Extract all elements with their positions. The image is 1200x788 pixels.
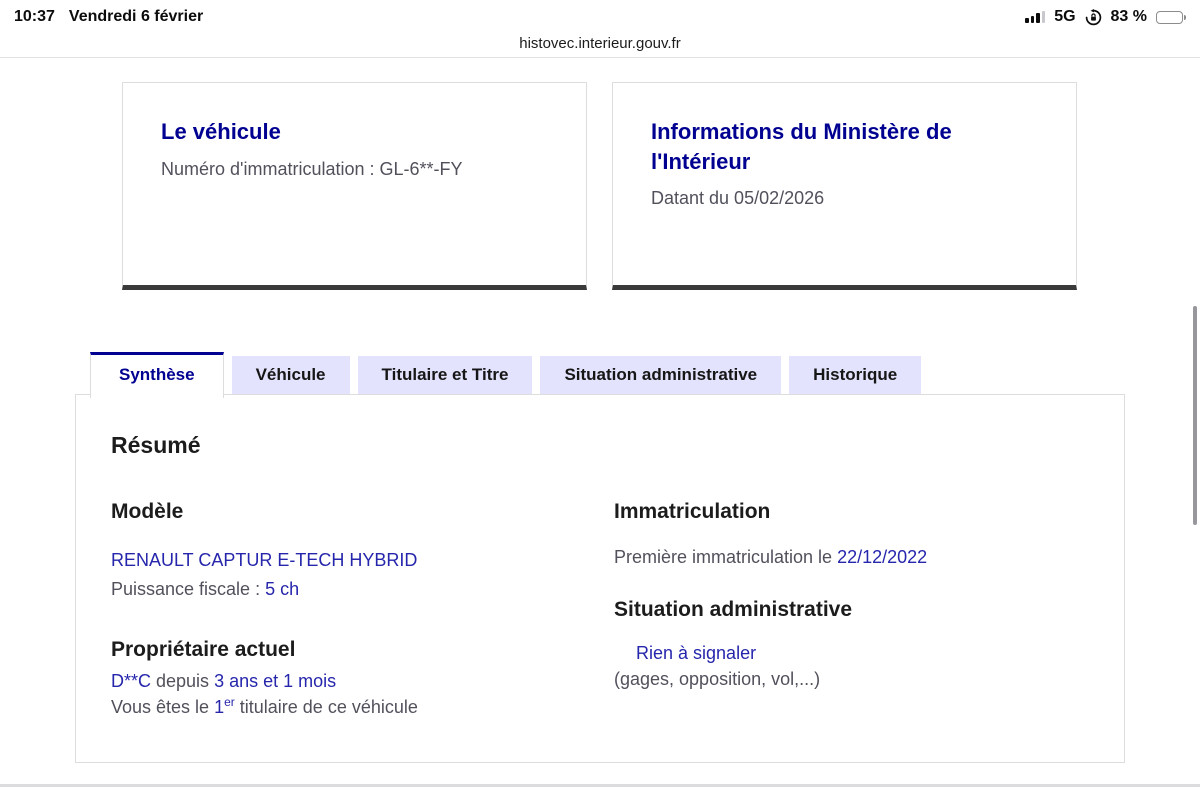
owner-line: D**C depuis 3 ans et 1 mois <box>111 668 614 694</box>
battery-icon <box>1156 10 1186 24</box>
vehicle-card-registration-line: Numéro d'immatriculation : GL-6**-FY <box>161 158 463 179</box>
admin-status-note: (gages, opposition, vol,...) <box>614 669 821 690</box>
owner-duration: 3 ans et 1 mois <box>214 671 337 692</box>
rotation-lock-icon <box>1085 8 1102 26</box>
fiscal-power-value: 5 ch <box>265 579 300 600</box>
model-name: RENAULT CAPTUR E-TECH HYBRID <box>111 547 614 573</box>
tab-historique[interactable]: Historique <box>789 356 922 394</box>
vehicle-card: Le véhicule Numéro d'immatriculation : G… <box>122 82 587 290</box>
admin-status-line: Rien à signaler <box>614 640 1089 666</box>
ipad-safari-screen: 10:37 Vendredi 6 février 5G 83 % histove… <box>0 0 1200 788</box>
network-type-label: 5G <box>1054 8 1076 25</box>
ministry-card-title: Informations du Ministère de l'Intérieur <box>651 119 952 174</box>
tab-bar: Synthèse Véhicule Titulaire et Titre Sit… <box>90 352 922 398</box>
fiscal-power-label: Puissance fiscale : <box>111 579 266 600</box>
tab-titulaire-et-titre[interactable]: Titulaire et Titre <box>357 356 533 394</box>
registration-heading: Immatriculation <box>614 500 771 523</box>
scrollbar-thumb[interactable] <box>1193 306 1197 525</box>
holder-prefix: Vous êtes le <box>111 697 215 718</box>
tab-vehicule[interactable]: Véhicule <box>231 356 350 394</box>
holder-suffix: titulaire de ce véhicule <box>234 697 418 718</box>
admin-status-value: Rien à signaler <box>636 643 757 664</box>
model-heading: Modèle <box>111 500 184 523</box>
ministry-card: Informations du Ministère de l'Intérieur… <box>612 82 1077 290</box>
tab-situation-administrative[interactable]: Situation administrative <box>540 356 782 394</box>
summary-title: Résumé <box>111 432 201 458</box>
first-registration-line: Première immatriculation le 22/12/2022 <box>614 544 1089 570</box>
holder-rank: 1er <box>214 695 235 718</box>
owner-name: D**C <box>111 671 152 692</box>
cellular-signal-icon <box>1025 11 1046 23</box>
owner-since-label: depuis <box>151 671 215 692</box>
holder-rank-sup: er <box>224 695 235 710</box>
clock: 10:37 <box>14 8 55 25</box>
model-name-value: RENAULT CAPTUR E-TECH HYBRID <box>111 550 418 570</box>
status-bar: 10:37 Vendredi 6 février 5G 83 % <box>0 0 1200 30</box>
right-column: Immatriculation Première immatriculation… <box>614 500 1089 720</box>
holder-line: Vous êtes le 1er titulaire de ce véhicul… <box>111 694 614 720</box>
left-column: Modèle RENAULT CAPTUR E-TECH HYBRID Puis… <box>111 500 614 720</box>
tab-synthese[interactable]: Synthèse <box>90 352 224 398</box>
battery-percent-label: 83 % <box>1110 8 1147 25</box>
synthese-panel: Résumé Modèle RENAULT CAPTUR E-TECH HYBR… <box>75 394 1125 763</box>
fiscal-power-line: Puissance fiscale : 5 ch <box>111 576 614 602</box>
first-registration-date: 22/12/2022 <box>837 547 928 567</box>
owner-heading: Propriétaire actuel <box>111 638 296 662</box>
admin-status-heading: Situation administrative <box>614 598 853 622</box>
date: Vendredi 6 février <box>68 8 204 25</box>
ministry-card-date-line: Datant du 05/02/2026 <box>651 188 825 209</box>
url-text[interactable]: histovec.interieur.gouv.fr <box>519 35 680 52</box>
vehicle-card-title: Le véhicule <box>161 119 281 144</box>
footer-divider <box>0 784 1200 787</box>
url-bar[interactable]: histovec.interieur.gouv.fr <box>0 30 1200 58</box>
first-registration-label: Première immatriculation le <box>614 547 838 567</box>
